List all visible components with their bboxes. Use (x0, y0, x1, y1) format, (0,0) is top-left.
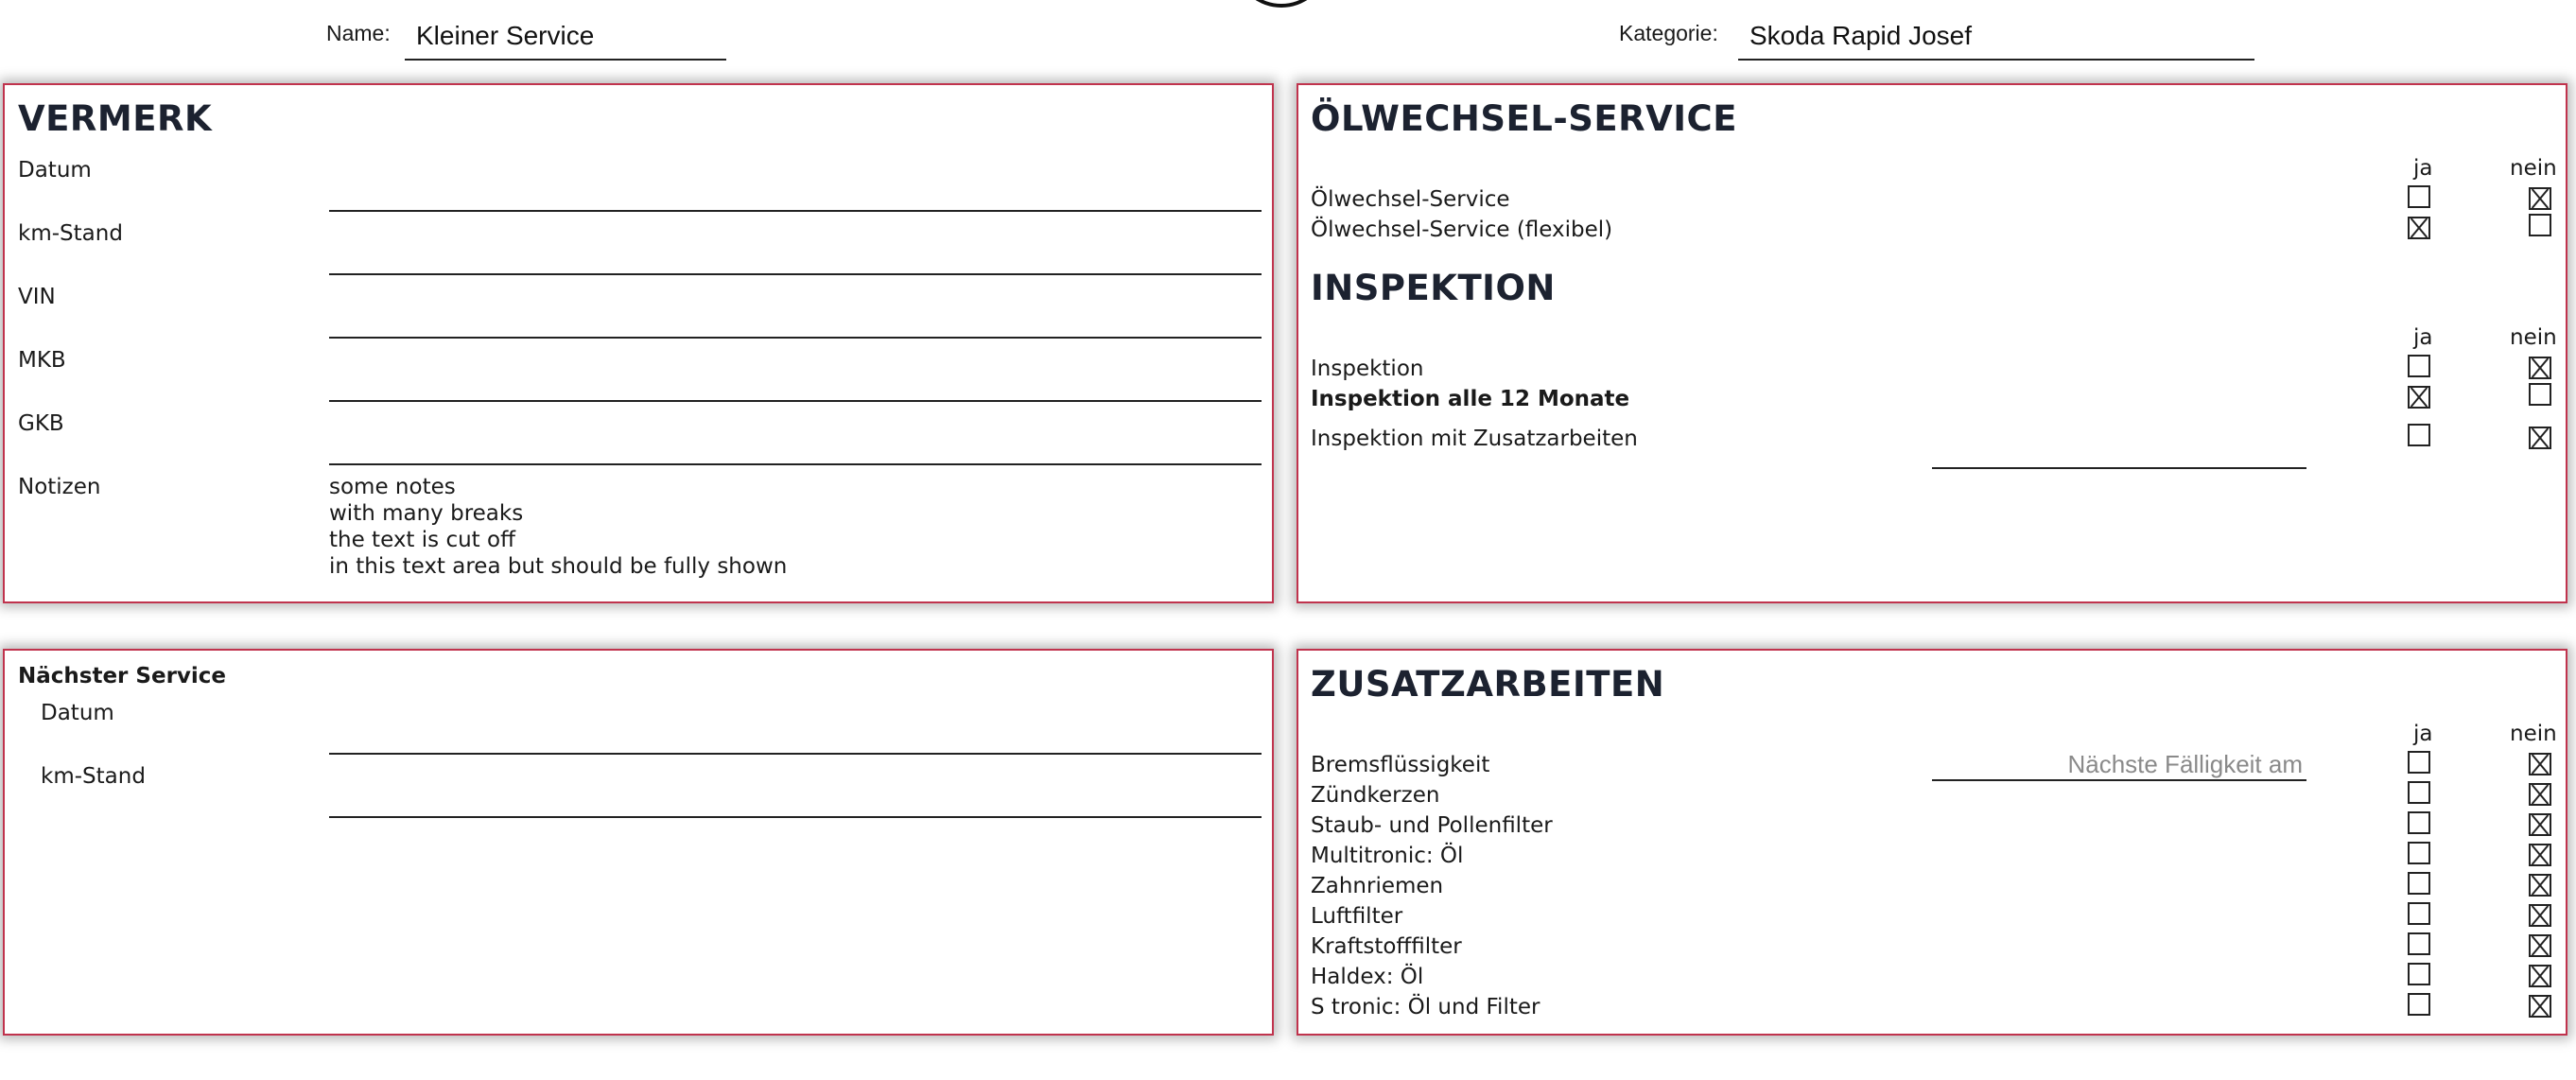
zuendkerzen-label: Zündkerzen (1311, 783, 1440, 808)
naechster-km-stand-label: km-Stand (41, 764, 146, 789)
zuendkerzen-nein-checkbox[interactable] (2529, 783, 2551, 806)
multitronic-oel-label: Multitronic: Öl (1311, 844, 1464, 868)
naechster-km-stand-field[interactable] (329, 816, 1262, 818)
vermerk-panel: VERMERK Datum km-Stand VIN MKB GKB Notiz… (3, 83, 1274, 603)
haldex-oel-ja-checkbox[interactable] (2408, 963, 2430, 985)
kraftstofffilter-ja-checkbox[interactable] (2408, 932, 2430, 955)
naechster-datum-label: Datum (41, 701, 114, 725)
inspektion-12-monate-nein-checkbox[interactable] (2529, 383, 2551, 406)
inspektion-12-monate-label: Inspektion alle 12 Monate (1311, 387, 1630, 411)
oelwechsel-title: ÖLWECHSEL-SERVICE (1311, 98, 1737, 139)
zuendkerzen-ja-checkbox[interactable] (2408, 781, 2430, 804)
bremsfluessigkeit-label: Bremsflüssigkeit (1311, 753, 1490, 777)
multitronic-oel-ja-checkbox[interactable] (2408, 842, 2430, 864)
inspektion-zusatz-label: Inspektion mit Zusatzarbeiten (1311, 427, 1638, 451)
oelwechsel-col-nein: nein (2510, 156, 2557, 181)
luftfilter-ja-checkbox[interactable] (2408, 902, 2430, 925)
kraftstofffilter-nein-checkbox[interactable] (2529, 934, 2551, 957)
vin-label: VIN (18, 285, 56, 309)
notes-line: in this text area but should be fully sh… (329, 554, 788, 579)
gkb-field[interactable] (329, 463, 1262, 465)
inspektion-12-monate-ja-checkbox[interactable] (2408, 386, 2430, 409)
naechster-service-title: Nächster Service (18, 664, 227, 688)
inspektion-label: Inspektion (1311, 357, 1424, 381)
mkb-field[interactable] (329, 400, 1262, 402)
notes-line: some notes (329, 475, 456, 499)
vermerk-title: VERMERK (18, 98, 213, 139)
zusatzarbeiten-title: ZUSATZARBEITEN (1311, 664, 1665, 705)
inspektion-zusatz-field[interactable] (1932, 467, 2306, 469)
oelwechsel-service-ja-checkbox[interactable] (2408, 185, 2430, 208)
kraftstofffilter-label: Kraftstofffilter (1311, 934, 1462, 959)
haldex-oel-nein-checkbox[interactable] (2529, 965, 2551, 987)
staub-pollenfilter-nein-checkbox[interactable] (2529, 813, 2551, 836)
naechster-datum-field[interactable] (329, 753, 1262, 755)
oelwechsel-inspektion-panel: ÖLWECHSEL-SERVICE ja nein Ölwechsel-Serv… (1297, 83, 2567, 603)
zusatzarbeiten-panel: ZUSATZARBEITEN ja nein Bremsflüssigkeit … (1297, 649, 2567, 1036)
oelwechsel-service-label: Ölwechsel-Service (1311, 187, 1510, 212)
notes-textarea[interactable]: some notes with many breaks the text is … (329, 474, 787, 580)
multitronic-oel-nein-checkbox[interactable] (2529, 844, 2551, 866)
datum-field[interactable] (329, 210, 1262, 212)
vin-field[interactable] (329, 337, 1262, 339)
naechster-service-panel: Nächster Service Datum km-Stand (3, 649, 1274, 1036)
luftfilter-nein-checkbox[interactable] (2529, 904, 2551, 927)
name-input[interactable] (405, 13, 726, 61)
luftfilter-label: Luftfilter (1311, 904, 1403, 929)
inspektion-ja-checkbox[interactable] (2408, 355, 2430, 377)
name-label: Name: (326, 21, 391, 45)
oelwechsel-flexibel-ja-checkbox[interactable] (2408, 217, 2430, 239)
zahnriemen-label: Zahnriemen (1311, 874, 1444, 898)
datum-label: Datum (18, 158, 92, 183)
gkb-label: GKB (18, 411, 64, 436)
oelwechsel-col-ja: ja (2413, 156, 2433, 181)
notes-line: with many breaks (329, 501, 524, 526)
inspektion-col-ja: ja (2413, 325, 2433, 350)
km-stand-field[interactable] (329, 273, 1262, 275)
s-tronic-ja-checkbox[interactable] (2408, 993, 2430, 1016)
bremsfluessigkeit-nein-checkbox[interactable] (2529, 753, 2551, 775)
logo-arc (1239, 0, 1324, 8)
inspektion-zusatz-ja-checkbox[interactable] (2408, 424, 2430, 446)
oelwechsel-service-nein-checkbox[interactable] (2529, 187, 2551, 210)
inspektion-title: INSPEKTION (1311, 268, 1556, 308)
s-tronic-nein-checkbox[interactable] (2529, 995, 2551, 1018)
staub-pollenfilter-ja-checkbox[interactable] (2408, 811, 2430, 834)
km-stand-label: km-Stand (18, 221, 123, 246)
staub-pollenfilter-label: Staub- und Pollenfilter (1311, 813, 1553, 838)
zahnriemen-nein-checkbox[interactable] (2529, 874, 2551, 897)
zusatz-col-ja: ja (2413, 722, 2433, 746)
oelwechsel-flexibel-label: Ölwechsel-Service (flexibel) (1311, 218, 1613, 242)
category-label: Kategorie: (1619, 21, 1718, 45)
mkb-label: MKB (18, 348, 66, 373)
notizen-label: Notizen (18, 475, 101, 499)
category-input[interactable] (1738, 13, 2254, 61)
zahnriemen-ja-checkbox[interactable] (2408, 872, 2430, 895)
zusatz-col-nein: nein (2510, 722, 2557, 746)
oelwechsel-flexibel-nein-checkbox[interactable] (2529, 214, 2551, 236)
haldex-oel-label: Haldex: Öl (1311, 965, 1424, 989)
notes-line: the text is cut off (329, 528, 515, 552)
inspektion-nein-checkbox[interactable] (2529, 357, 2551, 379)
inspektion-zusatz-nein-checkbox[interactable] (2529, 427, 2551, 449)
bremsfluessigkeit-ja-checkbox[interactable] (2408, 751, 2430, 774)
inspektion-col-nein: nein (2510, 325, 2557, 350)
naechste-faelligkeit-input[interactable] (1932, 749, 2306, 781)
s-tronic-label: S tronic: Öl und Filter (1311, 995, 1540, 1019)
